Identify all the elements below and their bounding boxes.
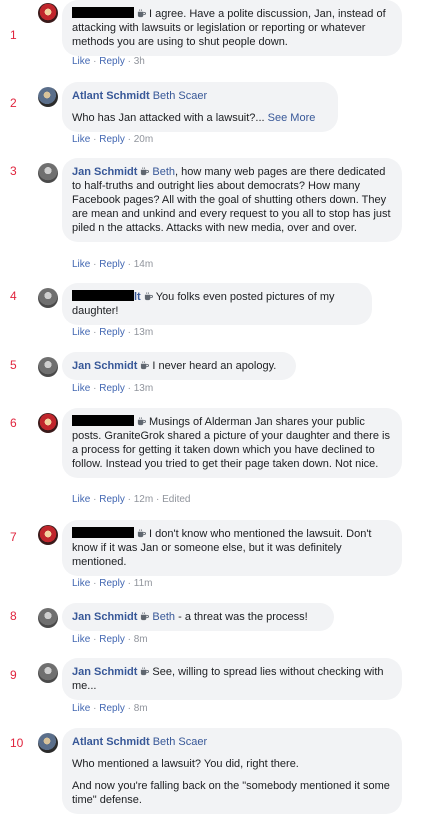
comment-actions: Like · Reply · 11m [72, 578, 153, 589]
mention-link[interactable]: Beth [152, 611, 175, 623]
like-link[interactable]: Like [72, 327, 90, 338]
comment-text-paragraph-2: And now you're falling back on the "some… [72, 780, 390, 806]
comment-number: 6 [10, 416, 17, 430]
timestamp[interactable]: 11m [134, 578, 153, 589]
comment-number: 1 [10, 28, 17, 42]
coffee-cup-icon [140, 612, 150, 621]
comment-number: 8 [10, 609, 17, 623]
timestamp[interactable]: 14m [134, 259, 153, 270]
coffee-cup-icon [140, 667, 150, 676]
comment-bubble: Jan Schmidt Beth, how many web pages are … [62, 158, 402, 242]
comment-actions: Like · Reply · 12m · Edited [72, 494, 191, 505]
comment-actions: Like · Reply · 20m [72, 134, 154, 145]
comment-bubble: Musings of Alderman Jan shares your publ… [62, 408, 402, 478]
comment-number: 4 [10, 289, 17, 303]
like-link[interactable]: Like [72, 134, 90, 145]
see-more-link[interactable]: See More [268, 112, 316, 124]
comment-author[interactable]: Jan Schmidt [72, 611, 137, 623]
reply-link[interactable]: Reply [99, 259, 125, 270]
mention-link[interactable]: Beth [152, 166, 175, 178]
like-link[interactable]: Like [72, 383, 90, 394]
avatar[interactable] [38, 163, 58, 183]
redacted-name [72, 415, 134, 426]
timestamp[interactable]: 8m [134, 703, 148, 714]
comment-bubble: Jan Schmidt See, willing to spread lies w… [62, 658, 402, 700]
avatar[interactable] [38, 413, 58, 433]
like-link[interactable]: Like [72, 578, 90, 589]
like-link[interactable]: Like [72, 634, 90, 645]
comment-number: 7 [10, 530, 17, 544]
reply-link[interactable]: Reply [99, 634, 125, 645]
comment-bubble: Atlant Schmidt Beth Scaer Who mentioned … [62, 728, 402, 814]
comment-author[interactable]: Jan Schmidt [72, 666, 137, 678]
comment-bubble: lt You folks even posted pictures of my d… [62, 283, 372, 325]
comment-number: 9 [10, 668, 17, 682]
like-link[interactable]: Like [72, 703, 90, 714]
mention-link[interactable]: Beth Scaer [153, 736, 207, 748]
comment-actions: Like · Reply · 13m [72, 327, 154, 338]
comment-text: Who mentioned a lawsuit? You did, right … [72, 758, 299, 770]
comment-actions: Like · Reply · 8m [72, 634, 148, 645]
avatar[interactable] [38, 733, 58, 753]
comment-author[interactable]: lt [134, 291, 141, 303]
timestamp[interactable]: 8m [134, 634, 148, 645]
comment-actions: Like · Reply · 13m [72, 383, 154, 394]
mention-link[interactable]: Beth Scaer [153, 90, 207, 102]
reply-link[interactable]: Reply [99, 578, 125, 589]
comment-number: 5 [10, 358, 17, 372]
comment-number: 3 [10, 164, 17, 178]
reply-link[interactable]: Reply [99, 327, 125, 338]
comment-bubble: Atlant Schmidt Beth Scaer Who has Jan at… [62, 82, 338, 132]
coffee-cup-icon [137, 529, 146, 538]
timestamp[interactable]: 13m [134, 383, 153, 394]
timestamp[interactable]: 20m [134, 134, 153, 145]
coffee-cup-icon [137, 9, 146, 18]
comment-text: - a threat was the process! [178, 611, 308, 623]
reply-link[interactable]: Reply [99, 134, 125, 145]
comment-bubble: Jan Schmidt Beth - a threat was the proce… [62, 603, 334, 631]
timestamp[interactable]: 12m [134, 494, 153, 505]
timestamp[interactable]: 13m [134, 327, 153, 338]
coffee-cup-icon [137, 417, 146, 426]
coffee-cup-icon [140, 361, 150, 370]
avatar[interactable] [38, 3, 58, 23]
comment-number: 2 [10, 96, 17, 110]
comment-actions: Like · Reply · 14m [72, 259, 154, 270]
avatar[interactable] [38, 525, 58, 545]
avatar[interactable] [38, 663, 58, 683]
comment-author[interactable]: Atlant Schmidt [72, 736, 150, 748]
comment-author[interactable]: Jan Schmidt [72, 166, 137, 178]
comment-author[interactable]: Jan Schmidt [72, 360, 137, 372]
comment-author[interactable]: Atlant Schmidt [72, 90, 150, 102]
avatar[interactable] [38, 357, 58, 377]
like-link[interactable]: Like [72, 494, 90, 505]
comment-bubble: Jan Schmidt I never heard an apology. [62, 352, 296, 380]
avatar[interactable] [38, 608, 58, 628]
comment-actions: Like · Reply · 8m [72, 703, 148, 714]
redacted-name [72, 290, 134, 301]
comment-text: I never heard an apology. [152, 360, 277, 372]
avatar[interactable] [38, 87, 58, 107]
redacted-name [72, 527, 134, 538]
comment-bubble: I don't know who mentioned the lawsuit. … [62, 520, 402, 576]
like-link[interactable]: Like [72, 259, 90, 270]
edited-label[interactable]: Edited [162, 494, 190, 505]
redacted-name [72, 7, 134, 18]
comment-bubble: I agree. Have a polite discussion, Jan, … [62, 0, 402, 56]
coffee-cup-icon [140, 167, 150, 176]
avatar[interactable] [38, 288, 58, 308]
comment-actions: Like · Reply · 3h [72, 56, 145, 67]
reply-link[interactable]: Reply [99, 494, 125, 505]
reply-link[interactable]: Reply [99, 383, 125, 394]
comment-text: Who has Jan attacked with a lawsuit?... [72, 112, 265, 124]
reply-link[interactable]: Reply [99, 703, 125, 714]
coffee-cup-icon [144, 292, 153, 301]
reply-link[interactable]: Reply [99, 56, 125, 67]
like-link[interactable]: Like [72, 56, 90, 67]
timestamp[interactable]: 3h [134, 56, 145, 67]
comment-number: 10 [10, 736, 24, 750]
